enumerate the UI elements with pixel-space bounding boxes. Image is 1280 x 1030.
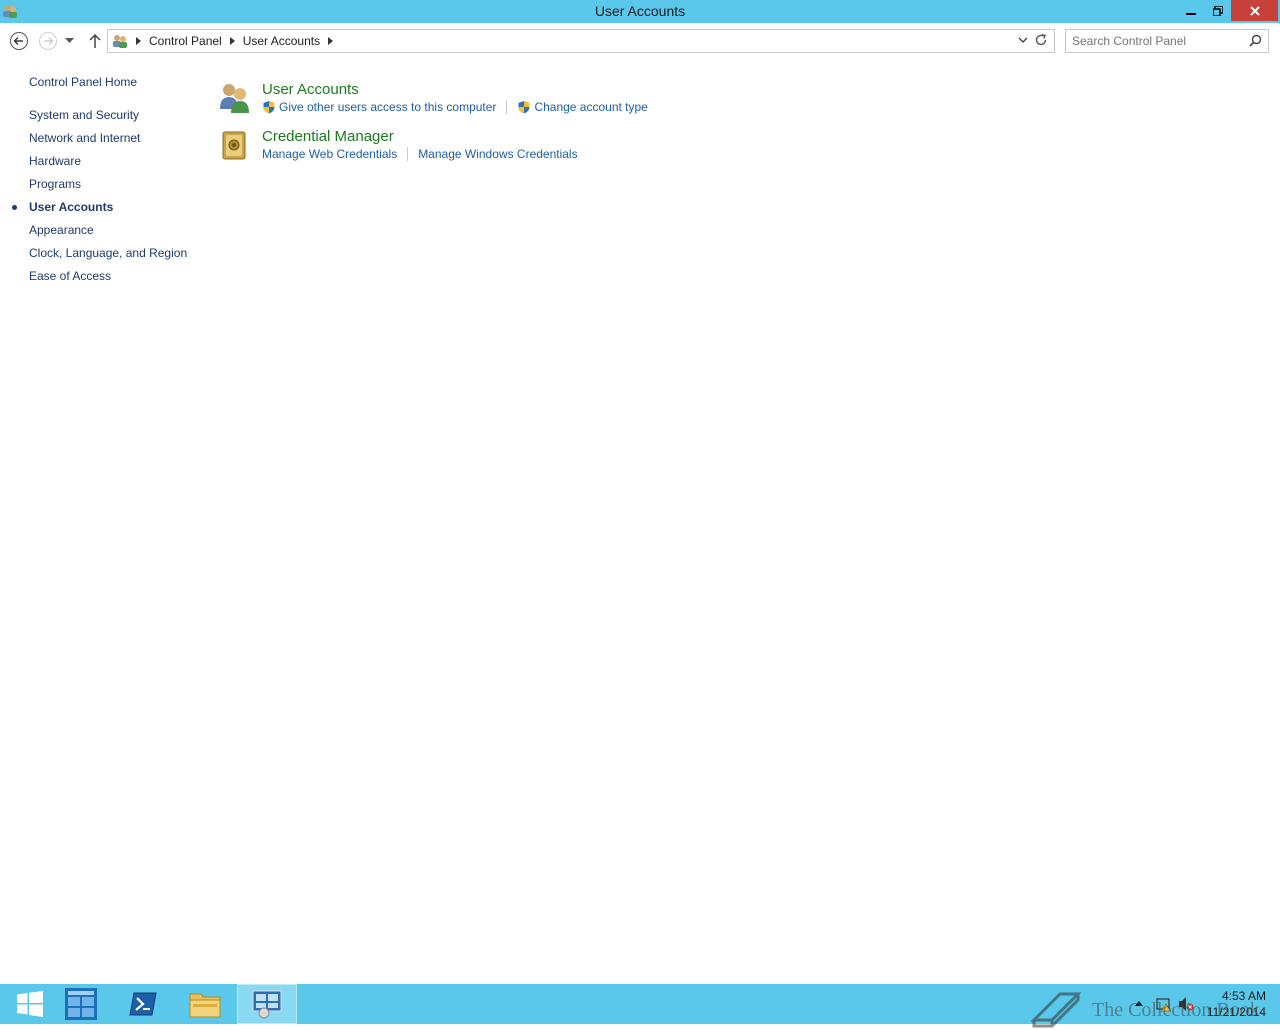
- minimize-icon: [1185, 12, 1196, 15]
- minimize-button[interactable]: [1177, 0, 1204, 21]
- forward-arrow-icon: [39, 32, 57, 50]
- title-bar: User Accounts: [0, 0, 1280, 23]
- taskbar-powershell[interactable]: [113, 984, 173, 1024]
- address-bar[interactable]: Control Panel User Accounts: [107, 29, 1055, 53]
- shield-icon: [263, 101, 275, 114]
- category-title-user-accounts[interactable]: User Accounts: [262, 81, 359, 98]
- give-users-access-link[interactable]: Give other users access to this computer: [262, 100, 496, 114]
- sidebar-item-hardware[interactable]: Hardware: [29, 154, 81, 168]
- forward-button[interactable]: [38, 31, 58, 51]
- breadcrumb-user-accounts[interactable]: User Accounts: [243, 34, 320, 48]
- sidebar-item-clock-language-region[interactable]: Clock, Language, and Region: [29, 246, 187, 260]
- sidebar-item-system-and-security[interactable]: System and Security: [29, 108, 139, 122]
- up-button[interactable]: [85, 31, 105, 51]
- start-icon: [17, 991, 43, 1017]
- user-accounts-icon[interactable]: [218, 81, 252, 115]
- restore-button[interactable]: [1204, 0, 1231, 21]
- address-history-icon[interactable]: [1018, 35, 1028, 45]
- sidebar-item-appearance[interactable]: Appearance: [29, 223, 94, 237]
- server-manager-icon: [65, 988, 97, 1020]
- give-users-access-label: Give other users access to this computer: [279, 100, 497, 114]
- category-links: Give other users access to this computer…: [262, 100, 648, 114]
- change-account-type-label: Change account type: [534, 100, 648, 114]
- watermark: The Collection Book: [1030, 990, 1260, 1030]
- refresh-icon[interactable]: [1034, 33, 1048, 47]
- search-input[interactable]: [1072, 33, 1242, 49]
- close-button[interactable]: [1231, 0, 1278, 21]
- search-box[interactable]: [1065, 29, 1269, 53]
- manage-windows-credentials-link[interactable]: Manage Windows Credentials: [418, 147, 577, 161]
- restore-icon: [1212, 5, 1223, 16]
- file-explorer-icon: [189, 993, 221, 1018]
- recent-locations-button[interactable]: [62, 31, 76, 51]
- breadcrumb: Control Panel User Accounts: [112, 33, 335, 49]
- sidebar-item-control-panel-home[interactable]: Control Panel Home: [29, 75, 137, 89]
- book-icon: [1030, 992, 1082, 1028]
- link-divider: [407, 147, 409, 161]
- chevron-down-icon: [64, 38, 74, 43]
- control-panel-icon: [252, 990, 282, 1019]
- manage-web-credentials-link[interactable]: Manage Web Credentials: [262, 147, 397, 161]
- credential-manager-icon[interactable]: [218, 128, 252, 162]
- user-accounts-icon: [113, 35, 127, 48]
- active-indicator-icon: [12, 205, 17, 210]
- breadcrumb-separator-icon[interactable]: [136, 37, 141, 45]
- back-arrow-icon: [10, 32, 28, 50]
- breadcrumb-separator-icon[interactable]: [229, 37, 235, 45]
- taskbar-file-explorer[interactable]: [175, 984, 235, 1024]
- breadcrumb-control-panel[interactable]: Control Panel: [149, 34, 222, 48]
- search-icon[interactable]: [1249, 34, 1262, 47]
- taskbar-server-manager[interactable]: [51, 984, 111, 1024]
- powershell-icon: [129, 992, 157, 1016]
- sidebar-item-user-accounts[interactable]: User Accounts: [29, 200, 113, 214]
- taskbar-control-panel[interactable]: [237, 984, 297, 1024]
- watermark-text: The Collection Book: [1092, 998, 1260, 1021]
- back-button[interactable]: [9, 31, 29, 51]
- sidebar-item-ease-of-access[interactable]: Ease of Access: [29, 269, 111, 283]
- up-arrow-icon: [89, 33, 101, 48]
- link-divider: [506, 100, 508, 114]
- sidebar-item-network-and-internet[interactable]: Network and Internet: [29, 131, 140, 145]
- window-title: User Accounts: [594, 3, 686, 19]
- shield-icon: [518, 101, 530, 114]
- category-links: Manage Web Credentials Manage Windows Cr…: [262, 147, 578, 161]
- breadcrumb-separator-icon[interactable]: [328, 37, 334, 45]
- close-icon: [1249, 5, 1260, 16]
- change-account-type-link[interactable]: Change account type: [517, 100, 648, 114]
- category-title-credential-manager[interactable]: Credential Manager: [262, 128, 394, 145]
- navigation-bar: Control Panel User Accounts: [0, 23, 1280, 59]
- sidebar-item-programs[interactable]: Programs: [29, 177, 81, 191]
